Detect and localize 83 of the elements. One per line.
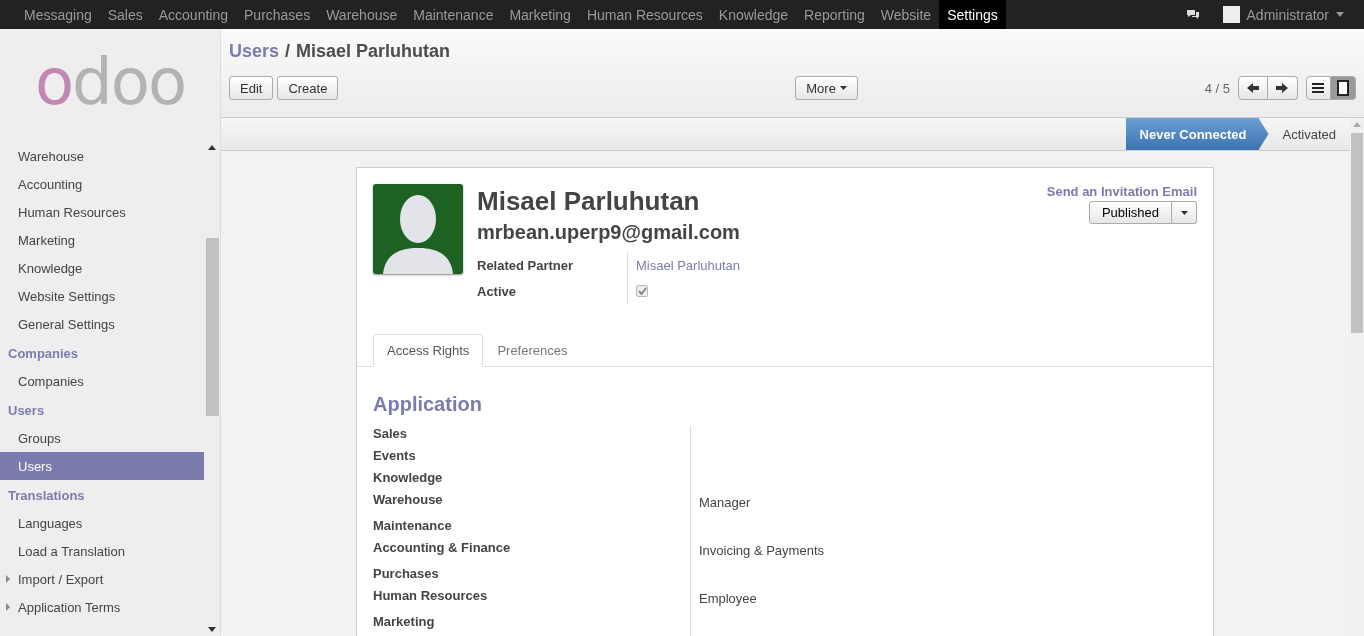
field-label: Human Resources — [373, 588, 489, 605]
section-title: Application — [373, 393, 483, 416]
form-view-button[interactable] — [1331, 76, 1356, 100]
breadcrumb-separator: / — [285, 41, 291, 62]
top-menu-item[interactable]: Reporting — [796, 0, 873, 29]
field-label: Maintenance — [373, 518, 453, 535]
caret-icon — [839, 86, 847, 90]
sidebar-item[interactable]: Companies — [0, 367, 204, 395]
edit-button[interactable]: Edit — [229, 76, 274, 100]
user-name: Misael Parluhutan — [477, 186, 701, 217]
scrollbar[interactable] — [1350, 118, 1364, 636]
right-arrow-icon — [1276, 83, 1289, 93]
active-checkbox[interactable] — [636, 285, 648, 297]
top-menu-item[interactable]: Marketing — [501, 0, 579, 29]
scroll-up-icon[interactable] — [208, 145, 216, 150]
logo: odoo — [33, 44, 187, 121]
sidebar-item[interactable]: Load a Translation — [0, 537, 204, 565]
top-menu-item[interactable]: Sales — [99, 0, 151, 29]
expand-triangle-icon[interactable] — [6, 603, 10, 611]
status-stage[interactable]: Never Connected — [1125, 118, 1269, 150]
left-arrow-icon — [1247, 83, 1259, 93]
top-menu-item[interactable]: Purchases — [236, 0, 319, 29]
scroll-down-icon[interactable] — [208, 627, 216, 632]
sidebar-item[interactable]: Warehouse — [0, 142, 204, 170]
list-view-button[interactable] — [1306, 76, 1331, 100]
send-invitation-link[interactable]: Send an Invitation Email — [1046, 184, 1197, 199]
field-label: Events — [373, 448, 417, 465]
sidebar-item[interactable]: Knowledge — [0, 254, 204, 282]
top-menu-item[interactable]: Website — [872, 0, 940, 29]
field-value: Manager — [699, 495, 751, 510]
top-menu-item[interactable]: Warehouse — [318, 0, 406, 29]
sidebar-section-header[interactable]: Companies — [0, 339, 204, 367]
next-arrow-button[interactable] — [1268, 76, 1298, 100]
sidebar-section-header[interactable]: Translations — [0, 481, 204, 509]
sidebar-item[interactable]: Accounting — [0, 170, 204, 198]
breadcrumb-current: Misael Parluhutan — [296, 41, 451, 62]
user-avatar-icon — [1222, 6, 1240, 23]
form-tab[interactable]: Access Rights — [373, 334, 484, 367]
sidebar-item[interactable]: Languages — [0, 509, 204, 537]
top-menu-item[interactable]: Accounting — [150, 0, 236, 29]
top-menu-item[interactable]: Maintenance — [405, 0, 502, 29]
caret-icon — [1180, 210, 1188, 215]
field-value: Employee — [699, 591, 757, 606]
expand-triangle-icon[interactable] — [6, 575, 10, 583]
list-icon — [1312, 83, 1325, 93]
field-label: Warehouse — [373, 492, 444, 509]
sidebar-item[interactable]: Import / Export — [18, 571, 104, 587]
field-label: Purchases — [373, 566, 440, 583]
sidebar-section-header[interactable]: Users — [0, 396, 204, 424]
field-label: Accounting & Finance — [373, 540, 512, 557]
field-value: Invoicing & Payments — [699, 543, 824, 558]
previous-arrow-button[interactable] — [1238, 76, 1268, 100]
sidebar-item[interactable]: Human Resources — [0, 198, 204, 226]
avatar-silhouette-icon — [373, 184, 463, 274]
field-label: Sales — [373, 426, 408, 443]
user-menu[interactable]: Administrator — [1246, 6, 1329, 23]
chat-bubbles-icon[interactable] — [1185, 8, 1200, 21]
top-menu-item[interactable]: Messaging — [16, 0, 100, 29]
sidebar-item[interactable]: Application Terms — [18, 599, 121, 615]
partner-link[interactable]: Misael Parluhutan — [636, 257, 741, 273]
field-label: Active — [477, 283, 518, 299]
sidebar-item[interactable]: Groups — [0, 424, 204, 452]
sidebar-item[interactable]: Website Settings — [0, 282, 204, 310]
form-icon — [1337, 80, 1349, 96]
caret-icon — [1336, 12, 1344, 17]
pager-counter: 4 / 5 — [1204, 80, 1230, 96]
top-menu-item[interactable]: Human Resources — [578, 0, 711, 29]
user-email: mrbean.uperp9@gmail.com — [477, 221, 741, 244]
top-menu-item[interactable]: Settings — [939, 0, 1006, 29]
form-tab[interactable]: Preferences — [483, 334, 582, 367]
status-stage[interactable]: Activated — [1268, 118, 1350, 150]
sidebar-item[interactable]: General Settings — [0, 310, 204, 338]
breadcrumb-link[interactable]: Users — [229, 41, 280, 62]
field-label: Marketing — [373, 614, 436, 631]
sidebar-item[interactable]: Marketing — [0, 226, 204, 254]
sidebar-item[interactable]: Users — [0, 452, 204, 480]
more-dropdown-button[interactable]: More — [795, 76, 858, 100]
field-label: Knowledge — [373, 470, 444, 487]
caret-dropdown-button[interactable] — [1172, 201, 1197, 224]
published-button[interactable]: Published — [1088, 201, 1172, 224]
top-menu-item[interactable]: Knowledge — [710, 0, 797, 29]
create-button[interactable]: Create — [277, 76, 339, 100]
field-label: Related Partner — [477, 257, 575, 273]
